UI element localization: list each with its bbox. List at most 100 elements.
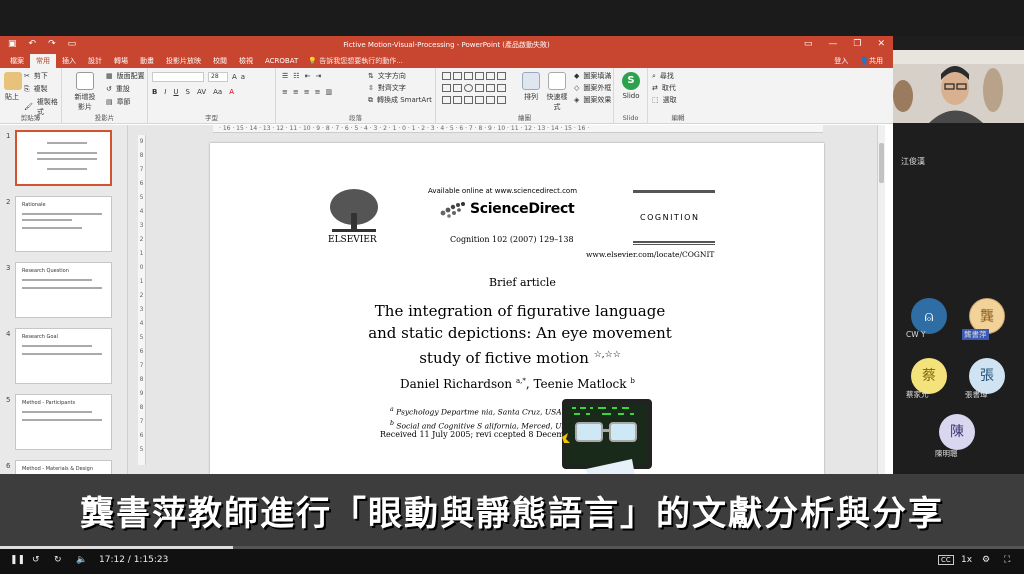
- columns-icon[interactable]: ▥: [326, 88, 333, 96]
- font-name-box[interactable]: [152, 72, 204, 82]
- participant-name: 蔡家允: [906, 390, 929, 399]
- shrink-font-icon[interactable]: a: [241, 73, 245, 81]
- slide-thumbnail-2[interactable]: Rationale: [15, 196, 112, 252]
- horizontal-ruler: · 16 · 15 · 14 · 13 · 12 · 11 · 10 · 9 ·…: [213, 125, 823, 133]
- section-button[interactable]: ▤ 章節: [106, 97, 131, 107]
- shape-effects-button[interactable]: ◈ 圖案效果: [574, 95, 611, 105]
- arrange-button[interactable]: 排列: [520, 72, 542, 102]
- smartart-button[interactable]: ⧉ 轉換成 SmartArt: [368, 95, 432, 105]
- text-direction-button[interactable]: ⇅ 文字方向: [368, 71, 406, 81]
- bold-icon[interactable]: B: [152, 88, 157, 96]
- italic-icon[interactable]: I: [164, 88, 166, 96]
- pause-icon[interactable]: ❚❚: [10, 555, 25, 565]
- restore-icon[interactable]: ❐: [853, 39, 861, 49]
- tab-slideshow[interactable]: 投影片放映: [160, 54, 207, 68]
- align-right-icon[interactable]: ≡: [304, 88, 310, 96]
- speed-button[interactable]: 1x: [961, 555, 972, 565]
- tab-insert[interactable]: 插入: [56, 54, 82, 68]
- journal-name: COGNITION: [640, 213, 700, 222]
- forward-10-icon[interactable]: ↻: [54, 555, 62, 565]
- shapes-gallery[interactable]: [442, 72, 514, 108]
- layout-button[interactable]: ▦ 版面配置: [106, 71, 145, 81]
- speaker-name: 江俊漢: [901, 157, 925, 166]
- sciencedirect-wordmark: ScienceDirect: [470, 201, 575, 217]
- slide[interactable]: ELSEVIER Available online at www.science…: [210, 143, 824, 474]
- slido-button[interactable]: S Slido: [620, 72, 642, 100]
- font-color-icon[interactable]: A: [229, 88, 234, 96]
- fullscreen-icon[interactable]: ⛶: [1004, 555, 1010, 565]
- sign-in-link[interactable]: 登入: [834, 54, 848, 68]
- copy-button[interactable]: ⎘ 複製: [24, 84, 48, 94]
- new-slide-button[interactable]: 新增投影片: [72, 72, 98, 112]
- justify-icon[interactable]: ≡: [315, 88, 321, 96]
- participant-name: 陳明聰: [935, 449, 958, 458]
- window-title: Fictive Motion-Visual-Processing - Power…: [343, 41, 550, 49]
- tab-review[interactable]: 校閱: [207, 54, 233, 68]
- case-icon[interactable]: Aa: [213, 88, 222, 96]
- align-text-icon: ⇳: [368, 84, 374, 92]
- time-display: 17:12 / 1:15:23: [99, 555, 169, 565]
- replace-button[interactable]: ⇄ 取代: [652, 83, 676, 93]
- vertical-ruler: 98765432101234567898765: [138, 135, 146, 465]
- ribbon-display-icon[interactable]: ▭: [804, 39, 813, 49]
- underline-icon[interactable]: U: [173, 88, 178, 96]
- cut-button[interactable]: ✂ 剪下: [24, 71, 48, 81]
- bullets-icon[interactable]: ☰: [282, 72, 288, 80]
- grow-font-icon[interactable]: A: [232, 73, 237, 81]
- person-icon: 👤: [860, 57, 869, 65]
- select-button[interactable]: ⬚ 選取: [652, 95, 677, 105]
- quick-styles-button[interactable]: 快速樣式: [544, 72, 570, 112]
- captions-button[interactable]: CC: [938, 555, 954, 565]
- tab-transitions[interactable]: 轉場: [108, 54, 134, 68]
- decrease-indent-icon[interactable]: ⇤: [305, 72, 311, 80]
- reset-button[interactable]: ↺ 重設: [106, 84, 130, 94]
- shape-outline-button[interactable]: ◇ 圖案外框: [574, 83, 611, 93]
- share-button[interactable]: 👤共用: [860, 54, 883, 68]
- participant-name: CW Y: [906, 330, 926, 339]
- fill-icon: ◆: [574, 72, 580, 80]
- spacing-icon[interactable]: AV: [197, 88, 206, 96]
- slide-thumbnail-1[interactable]: [15, 130, 112, 186]
- slide-thumbnail-3[interactable]: Research Question: [15, 262, 112, 318]
- tab-design[interactable]: 設計: [82, 54, 108, 68]
- tab-home[interactable]: 常用: [30, 54, 56, 68]
- slide-thumbnail-6[interactable]: Method - Materials & Design: [15, 460, 112, 474]
- vertical-scrollbar[interactable]: [877, 125, 885, 474]
- align-left-icon[interactable]: ≡: [282, 88, 288, 96]
- divider: [633, 190, 715, 193]
- tab-file[interactable]: 檔案: [4, 54, 30, 68]
- rewind-10-icon[interactable]: ↺: [32, 555, 40, 565]
- slide-thumbnail-pane[interactable]: 1 2 Rationale 3 Research Question 4 Rese…: [0, 125, 128, 474]
- paste-button[interactable]: 貼上: [4, 72, 22, 102]
- increase-indent-icon[interactable]: ⇥: [315, 72, 321, 80]
- close-icon[interactable]: ✕: [877, 39, 885, 49]
- numbering-icon[interactable]: ☷: [293, 72, 299, 80]
- align-text-button[interactable]: ⇳ 對齊文字: [368, 83, 406, 93]
- tab-acrobat[interactable]: ACROBAT: [259, 54, 304, 68]
- layout-icon: ▦: [106, 72, 113, 80]
- align-center-icon[interactable]: ≡: [293, 88, 299, 96]
- font-size-box[interactable]: 28: [208, 72, 228, 82]
- text-direction-icon: ⇅: [368, 72, 374, 80]
- shape-fill-button[interactable]: ◆ 圖案填滿: [574, 71, 611, 81]
- tab-view[interactable]: 檢視: [233, 54, 259, 68]
- group-font: 28 A a B I U S AV Aa A 字型: [148, 68, 276, 124]
- strikethrough-icon[interactable]: S: [186, 88, 190, 96]
- speaker-video[interactable]: [893, 50, 1024, 123]
- participant-avatar-chen[interactable]: 陳: [939, 414, 975, 450]
- minimize-icon[interactable]: —: [828, 39, 837, 49]
- slide-thumbnail-5[interactable]: Method - Participants: [15, 394, 112, 450]
- copy-icon: ⎘: [24, 84, 30, 93]
- scroll-thumb[interactable]: [879, 143, 884, 183]
- settings-gear-icon[interactable]: ⚙: [982, 555, 990, 565]
- participant-avatar-cwy[interactable]: ⍝: [911, 298, 947, 334]
- slide-thumbnail-4[interactable]: Research Goal: [15, 328, 112, 384]
- volume-icon[interactable]: 🔈: [76, 555, 87, 565]
- find-button[interactable]: ⌕ 尋找: [652, 71, 674, 81]
- progress-bar[interactable]: [0, 546, 1024, 549]
- tell-me-search[interactable]: 💡 告訴我您想要執行的動作...: [308, 56, 403, 66]
- group-slido: S Slido Slido: [614, 68, 648, 124]
- tab-animations[interactable]: 動畫: [134, 54, 160, 68]
- group-slides: 新增投影片 ▦ 版面配置 ↺ 重設 ▤ 章節 投影片: [62, 68, 148, 124]
- quick-styles-icon: [548, 72, 566, 90]
